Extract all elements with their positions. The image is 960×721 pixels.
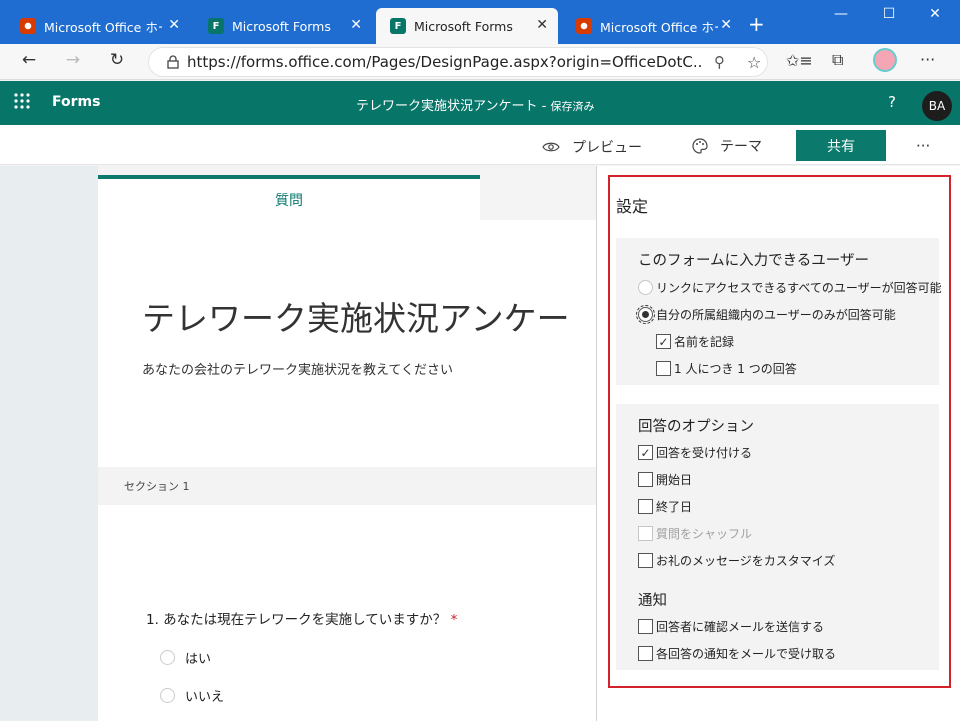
- app-name[interactable]: Forms: [52, 94, 100, 110]
- maximize-icon[interactable]: ☐: [874, 6, 904, 22]
- tab-questions[interactable]: 質問: [98, 175, 480, 220]
- tab-title: Microsoft Office ホーム: [600, 19, 718, 35]
- zoom-icon[interactable]: ⚲: [714, 53, 725, 71]
- more-options-icon[interactable]: ···: [916, 137, 930, 155]
- lock-icon: [159, 55, 187, 69]
- tab-title: Microsoft Office ホーム: [44, 19, 162, 35]
- header-form-title: テレワーク実施状況アンケート: [356, 99, 538, 114]
- palette-icon: [692, 138, 708, 154]
- browser-tab-office-1[interactable]: Microsoft Office ホーム ✕: [6, 8, 190, 44]
- close-tab-icon[interactable]: ✕: [536, 16, 548, 34]
- profile-icon[interactable]: [873, 48, 897, 72]
- choice-label: はい: [185, 652, 212, 667]
- office-icon: [576, 18, 592, 34]
- favorite-star-icon[interactable]: ☆: [747, 53, 761, 72]
- refresh-icon[interactable]: ↻: [104, 50, 130, 74]
- app-launcher-icon[interactable]: [14, 93, 30, 113]
- forward-icon[interactable]: →: [60, 50, 86, 74]
- radio-button[interactable]: [160, 688, 175, 703]
- forms-icon: F: [208, 18, 224, 34]
- tab-title: Microsoft Forms: [414, 18, 513, 34]
- collections-icon[interactable]: ⧉: [832, 50, 843, 70]
- url-text[interactable]: https://forms.office.com/Pages/DesignPag…: [187, 53, 702, 71]
- highlight-box: [608, 175, 951, 688]
- form-title[interactable]: テレワーク実施状況アンケー: [142, 292, 596, 340]
- close-tab-icon[interactable]: ✕: [720, 16, 732, 34]
- section-header[interactable]: セクション 1: [98, 467, 596, 505]
- question-text: 1. あなたは現在テレワークを実施していますか？: [146, 612, 447, 628]
- theme-label: テーマ: [720, 139, 762, 155]
- theme-button[interactable]: テーマ: [692, 136, 762, 156]
- save-status: 保存済み: [550, 100, 595, 113]
- help-icon[interactable]: ?: [888, 93, 896, 111]
- preview-label: プレビュー: [572, 140, 642, 156]
- window-close-icon[interactable]: ✕: [920, 6, 950, 22]
- form-card: [98, 175, 596, 721]
- canvas-background: [0, 166, 98, 721]
- close-tab-icon[interactable]: ✕: [350, 16, 362, 34]
- choice-option-yes[interactable]: はい: [160, 648, 211, 667]
- browser-tab-forms-1[interactable]: F Microsoft Forms ✕: [194, 8, 372, 44]
- browser-tab-forms-active[interactable]: F Microsoft Forms ✕: [376, 8, 558, 44]
- new-tab-button[interactable]: +: [748, 12, 765, 36]
- minimize-icon[interactable]: —: [826, 6, 856, 22]
- back-icon[interactable]: ←: [16, 50, 42, 74]
- form-description[interactable]: あなたの会社のテレワーク実施状況を教えてください: [142, 359, 453, 378]
- url-box[interactable]: https://forms.office.com/Pages/DesignPag…: [148, 47, 768, 77]
- radio-button[interactable]: [160, 650, 175, 665]
- close-tab-icon[interactable]: ✕: [168, 16, 180, 34]
- share-button[interactable]: 共有: [796, 130, 886, 161]
- office-icon: [20, 18, 36, 34]
- question-title[interactable]: 1. あなたは現在テレワークを実施していますか？ *: [146, 608, 457, 628]
- avatar[interactable]: BA: [922, 91, 952, 121]
- required-mark: *: [450, 612, 458, 628]
- browser-tab-office-2[interactable]: Microsoft Office ホーム ✕: [562, 8, 742, 44]
- choice-label: いいえ: [185, 690, 225, 705]
- section-label: セクション 1: [124, 480, 190, 493]
- choice-option-no[interactable]: いいえ: [160, 686, 224, 705]
- forms-icon: F: [390, 18, 406, 34]
- tab-responses-area[interactable]: [480, 175, 596, 220]
- browser-menu-icon[interactable]: ···: [920, 50, 935, 69]
- favorites-list-icon[interactable]: ✩≡: [786, 51, 813, 70]
- tab-title: Microsoft Forms: [232, 18, 331, 34]
- eye-icon: [542, 142, 560, 152]
- preview-button[interactable]: プレビュー: [542, 137, 642, 157]
- form-title-bar: テレワーク実施状況アンケート - 保存済み: [356, 99, 595, 114]
